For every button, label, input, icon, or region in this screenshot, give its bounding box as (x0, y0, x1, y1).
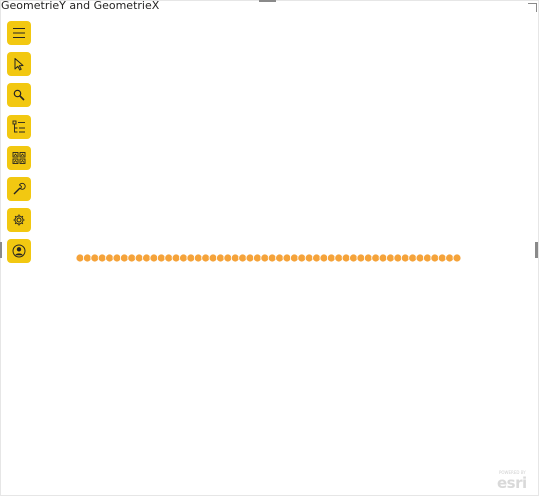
map-point-marker[interactable] (378, 253, 388, 263)
menu-button[interactable] (7, 21, 31, 45)
map-point-marker[interactable] (319, 253, 329, 263)
user-icon (12, 244, 26, 258)
map-point-marker[interactable] (386, 253, 395, 263)
map-point-marker[interactable] (245, 253, 255, 263)
hamburger-icon (13, 27, 25, 39)
map-point-marker[interactable] (186, 253, 196, 263)
map-point-marker[interactable] (179, 253, 188, 263)
visual-title: GeometrieY and GeometrieX (1, 0, 160, 12)
map-point-marker[interactable] (149, 253, 159, 263)
map-point-marker[interactable] (164, 253, 174, 263)
map-point-marker[interactable] (112, 253, 122, 263)
map-point-marker[interactable] (230, 253, 240, 263)
wrench-icon (13, 182, 26, 195)
map-point-marker[interactable] (312, 253, 321, 263)
map-point-marker[interactable] (105, 253, 114, 263)
map-canvas[interactable] (0, 14, 537, 494)
map-point-marker[interactable] (260, 253, 270, 263)
tools-button[interactable] (7, 176, 31, 201)
map-point-marker[interactable] (363, 253, 373, 263)
basemap-button[interactable] (7, 145, 31, 170)
map-point-marker[interactable] (97, 253, 107, 263)
map-point-marker[interactable] (326, 253, 336, 263)
map-point-marker[interactable] (393, 253, 403, 263)
map-toolbar (7, 21, 31, 271)
layers-button[interactable] (7, 114, 31, 139)
map-point-marker[interactable] (90, 253, 100, 263)
focus-mode-icon[interactable] (528, 3, 537, 12)
points-layer (75, 253, 462, 263)
map-point-marker[interactable] (201, 253, 211, 263)
map-point-marker[interactable] (452, 253, 462, 263)
map-point-marker[interactable] (400, 253, 410, 263)
map-point-marker[interactable] (193, 253, 203, 263)
map-point-marker[interactable] (334, 253, 344, 263)
map-point-marker[interactable] (171, 253, 181, 263)
esri-logo[interactable]: esri (497, 475, 527, 491)
resize-handle-top[interactable] (259, 0, 276, 2)
map-point-marker[interactable] (289, 253, 299, 263)
map-point-marker[interactable] (445, 253, 455, 263)
map-point-marker[interactable] (216, 253, 225, 263)
map-point-marker[interactable] (75, 253, 85, 263)
map-point-marker[interactable] (349, 253, 358, 263)
map-point-marker[interactable] (156, 253, 166, 263)
map-point-marker[interactable] (267, 253, 277, 263)
map-point-marker[interactable] (341, 253, 351, 263)
map-point-marker[interactable] (82, 253, 92, 263)
map-point-marker[interactable] (356, 253, 366, 263)
map-point-marker[interactable] (238, 253, 248, 263)
settings-button[interactable] (7, 208, 31, 233)
map-point-marker[interactable] (208, 253, 218, 263)
map-point-marker[interactable] (223, 253, 233, 263)
map-point-marker[interactable] (437, 253, 447, 263)
map-point-marker[interactable] (282, 253, 292, 263)
map-point-marker[interactable] (253, 253, 262, 263)
map-point-marker[interactable] (127, 253, 137, 263)
map-point-marker[interactable] (119, 253, 129, 263)
select-button[interactable] (7, 52, 31, 77)
map-point-marker[interactable] (408, 253, 418, 263)
pointer-icon (14, 58, 24, 71)
map-point-marker[interactable] (430, 253, 440, 263)
basemap-gallery-icon (12, 151, 26, 164)
map-point-marker[interactable] (134, 253, 144, 263)
map-point-marker[interactable] (304, 253, 314, 263)
search-button[interactable] (7, 83, 31, 108)
map-point-marker[interactable] (275, 253, 284, 263)
gear-icon (13, 214, 25, 226)
map-point-marker[interactable] (415, 253, 425, 263)
search-icon (13, 90, 25, 101)
layer-list-icon (12, 120, 25, 133)
map-point-marker[interactable] (371, 253, 381, 263)
map-point-marker[interactable] (423, 253, 432, 263)
map-point-marker[interactable] (297, 253, 307, 263)
map-point-marker[interactable] (142, 253, 151, 263)
account-button[interactable] (7, 239, 31, 264)
